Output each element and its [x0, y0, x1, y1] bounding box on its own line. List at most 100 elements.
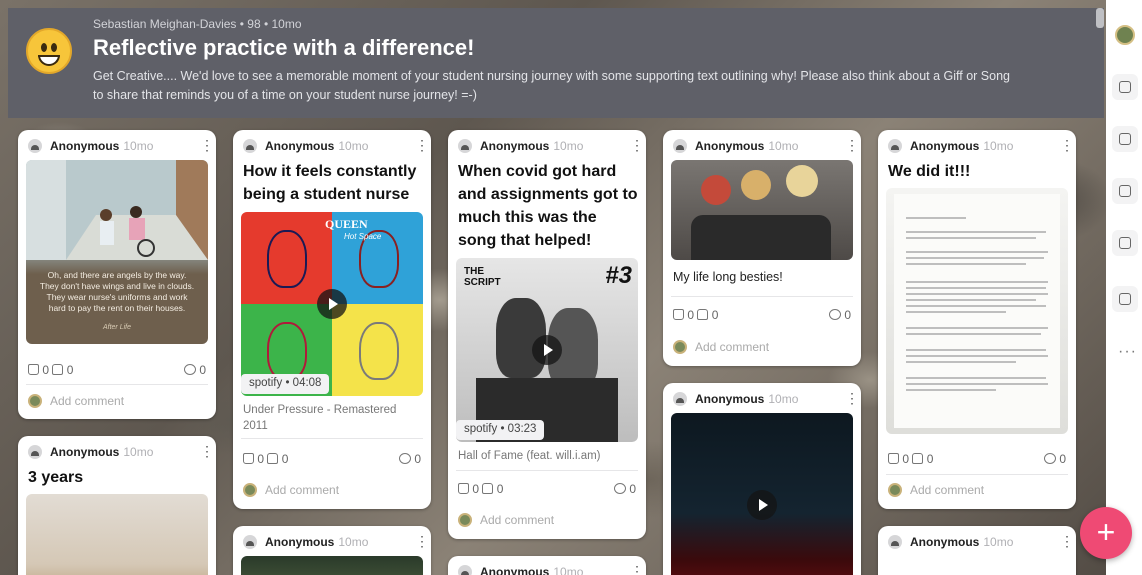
post-card[interactable]: Anonymous 10mo ⋮ We did it!!! 0 0 0 Add c…: [878, 130, 1076, 509]
comment-count: 0: [199, 363, 206, 377]
post-card[interactable]: Anonymous 10mo ⋮ When covid got hard and …: [448, 130, 646, 539]
post-menu-icon[interactable]: ⋮: [415, 138, 429, 152]
account-avatar[interactable]: [1115, 25, 1135, 45]
post-menu-icon[interactable]: ⋮: [845, 391, 859, 405]
quote-signature: After Life: [102, 324, 131, 331]
post-author: Anonymous: [480, 139, 550, 153]
post-author: Anonymous: [695, 392, 765, 406]
post-menu-icon[interactable]: ⋮: [1060, 534, 1074, 548]
post-image[interactable]: [886, 188, 1068, 434]
dislike-count: 0: [66, 363, 74, 377]
slideshow-icon[interactable]: [1112, 230, 1138, 256]
like-count: 0: [902, 452, 910, 466]
post-time: 10mo: [338, 139, 369, 153]
post-menu-icon[interactable]: ⋮: [1060, 138, 1074, 152]
post-time: 10mo: [983, 535, 1014, 549]
more-icon[interactable]: ···: [1118, 343, 1137, 361]
dislike-icon[interactable]: [912, 453, 924, 464]
post-author: Anonymous: [265, 535, 335, 549]
user-avatar: [243, 483, 257, 497]
post-time: 10mo: [338, 535, 369, 549]
media-source-tag: spotify • 04:08: [241, 374, 330, 394]
comment-icon[interactable]: [1043, 453, 1056, 464]
comment-count: 0: [1059, 452, 1066, 466]
comment-count: 0: [414, 452, 421, 466]
post-author: Anonymous: [910, 535, 980, 549]
post-menu-icon[interactable]: ⋮: [630, 564, 644, 575]
share-icon[interactable]: [1112, 74, 1138, 100]
comment-count: 0: [629, 482, 636, 496]
settings-icon[interactable]: [1112, 286, 1138, 312]
post-video[interactable]: [671, 413, 853, 575]
like-count: 0: [257, 452, 265, 466]
like-icon[interactable]: [673, 309, 684, 320]
post-menu-icon[interactable]: ⋮: [630, 138, 644, 152]
post-card[interactable]: Anonymous 10mo ⋮ 3 years: [18, 436, 216, 575]
quote-text: Oh, and there are angels by the way. The…: [39, 270, 195, 313]
dislike-icon[interactable]: [482, 483, 494, 494]
post-time: 10mo: [553, 565, 584, 575]
add-comment[interactable]: Add comment: [673, 340, 851, 356]
add-comment[interactable]: Add comment: [458, 513, 636, 529]
media-caption: Under Pressure - Remastered 2011: [243, 404, 397, 432]
comment-count: 0: [844, 308, 851, 322]
post-card[interactable]: Anonymous 10mo ⋮ How it feels constantly …: [233, 130, 431, 509]
comment-icon[interactable]: [613, 483, 626, 494]
album-art[interactable]: THE SCRIPT #3: [456, 258, 638, 442]
comment-icon[interactable]: [828, 309, 841, 320]
right-toolbar: ···: [1106, 0, 1142, 575]
add-comment[interactable]: Add comment: [28, 394, 206, 410]
post-card[interactable]: Anonymous 10mo ⋮: [448, 556, 646, 575]
add-comment[interactable]: Add comment: [888, 483, 1066, 499]
like-icon[interactable]: [243, 453, 254, 464]
author-avatar: [28, 139, 42, 153]
post-image[interactable]: [671, 160, 853, 260]
album-art[interactable]: QUEEN Hot Space: [241, 212, 423, 396]
post-card[interactable]: Anonymous 10mo ⋮: [878, 526, 1076, 575]
author-avatar: [243, 535, 257, 549]
post-card[interactable]: Anonymous 10mo ⋮ My life long besties! 0 …: [663, 130, 861, 366]
dislike-icon[interactable]: [697, 309, 709, 320]
post-author: Anonymous: [695, 139, 765, 153]
post-menu-icon[interactable]: ⋮: [415, 534, 429, 548]
add-post-button[interactable]: +: [1080, 507, 1132, 559]
post-menu-icon[interactable]: ⋮: [200, 138, 214, 152]
play-icon[interactable]: [317, 289, 347, 319]
like-icon[interactable]: [888, 453, 899, 464]
post-menu-icon[interactable]: ⋮: [200, 444, 214, 458]
post-image[interactable]: Oh, and there are angels by the way. The…: [26, 160, 208, 344]
add-comment[interactable]: Add comment: [243, 483, 421, 499]
post-card[interactable]: Anonymous 10mo ⋮ Oh, and there are angels…: [18, 130, 216, 419]
dislike-icon[interactable]: [52, 364, 64, 375]
remake-icon[interactable]: [1112, 126, 1138, 152]
board-description: Get Creative.... We'd love to see a memo…: [93, 69, 1010, 102]
dislike-icon[interactable]: [267, 453, 279, 464]
post-author: Anonymous: [50, 139, 120, 153]
like-icon[interactable]: [28, 364, 39, 375]
post-time: 10mo: [768, 139, 799, 153]
post-subject: We did it!!!: [888, 163, 971, 180]
author-avatar: [673, 139, 687, 153]
comment-icon[interactable]: [183, 364, 196, 375]
post-image[interactable]: [26, 494, 208, 575]
board-header: Sebastian Meighan-Davies • 98 • 10mo Ref…: [8, 8, 1104, 118]
author-avatar: [243, 139, 257, 153]
scrollbar[interactable]: [1096, 8, 1104, 28]
album-subtitle: Hot Space: [344, 232, 382, 241]
author-avatar: [28, 445, 42, 459]
like-count: 0: [687, 308, 695, 322]
post-time: 10mo: [983, 139, 1014, 153]
post-image[interactable]: [241, 556, 423, 575]
dislike-count: 0: [926, 452, 934, 466]
notifications-icon[interactable]: [1112, 178, 1138, 204]
play-icon[interactable]: [747, 489, 777, 520]
author-avatar: [458, 139, 472, 153]
post-menu-icon[interactable]: ⋮: [845, 138, 859, 152]
play-icon[interactable]: [532, 335, 562, 365]
hospital-corridor-illustration: [26, 160, 208, 260]
post-card[interactable]: Anonymous 10mo ⋮: [663, 383, 861, 575]
comment-icon[interactable]: [398, 453, 411, 464]
like-icon[interactable]: [458, 483, 469, 494]
post-body: My life long besties!: [673, 270, 783, 284]
post-card[interactable]: Anonymous 10mo ⋮: [233, 526, 431, 575]
